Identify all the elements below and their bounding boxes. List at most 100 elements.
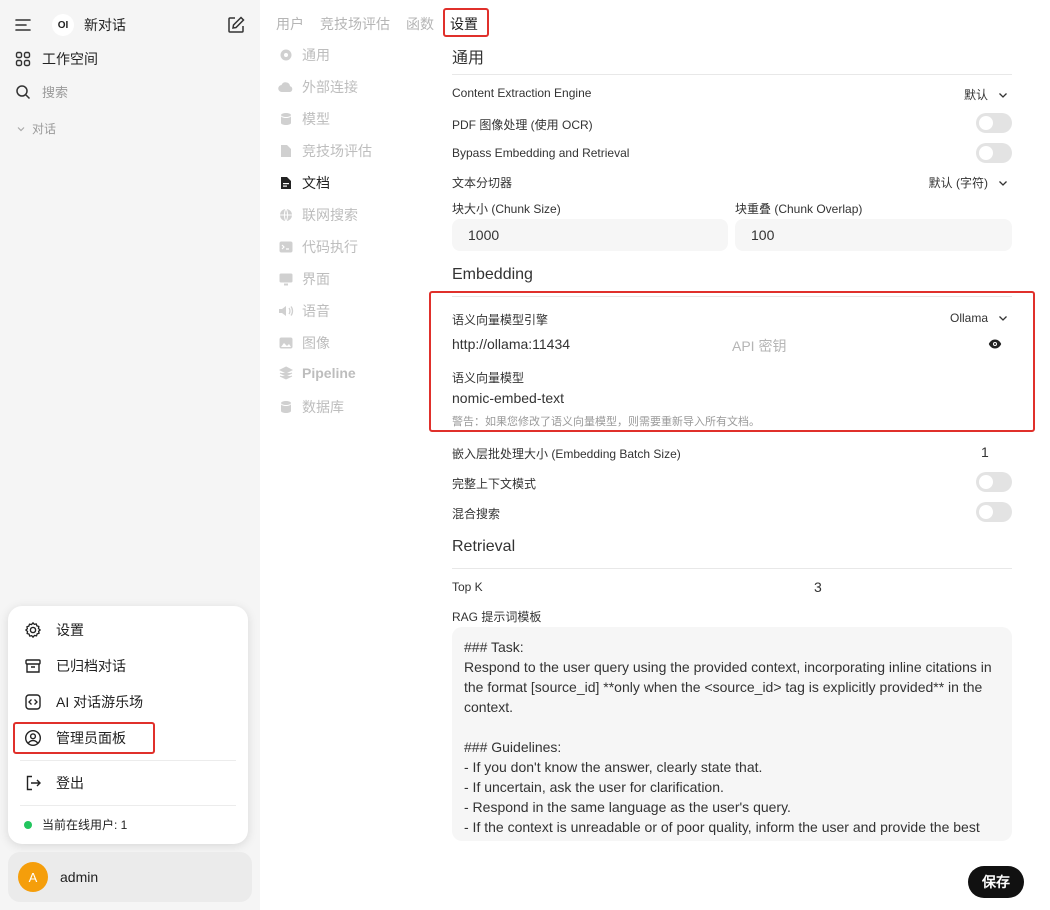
nav-item-audio[interactable]: 语音 xyxy=(278,301,330,321)
chunk-size-label: 块大小 (Chunk Size) xyxy=(452,202,561,216)
menu-icon[interactable] xyxy=(14,16,32,34)
eye-icon[interactable] xyxy=(988,338,1002,350)
splitter-label: 文本分切器 xyxy=(452,176,513,190)
new-chat-icon[interactable] xyxy=(226,15,246,35)
sidebar-header: OI 新对话 xyxy=(14,14,126,36)
monitor-icon xyxy=(278,271,294,287)
user-circle-icon xyxy=(24,729,42,747)
template-line: - If you don't know the answer, clearly … xyxy=(464,759,763,775)
chats-section-toggle[interactable]: 对话 xyxy=(16,120,56,137)
online-users-status: 当前在线用户: 1 xyxy=(24,816,127,833)
nav-item-label: 联网搜索 xyxy=(302,207,358,223)
splitter-select[interactable]: 默认 (字符) xyxy=(929,174,1008,191)
embedding-model-label: 语义向量模型 xyxy=(452,371,525,385)
document-icon xyxy=(278,175,294,191)
template-line: - If uncertain, ask the user for clarifi… xyxy=(464,779,724,795)
nav-item-web-search[interactable]: 联网搜索 xyxy=(278,205,358,225)
ollama-url-input[interactable]: http://ollama:11434 xyxy=(452,336,570,352)
api-key-input[interactable]: API 密钥 xyxy=(732,336,786,356)
pdf-ocr-label: PDF 图像处理 (使用 OCR) xyxy=(452,118,593,132)
online-users-text: 当前在线用户: 1 xyxy=(42,818,128,832)
sidebar-search[interactable]: 搜索 xyxy=(14,82,68,101)
template-line: - If the context is unreadable or of poo… xyxy=(464,819,980,841)
rag-template-textarea[interactable]: ### Task: Respond to the user query usin… xyxy=(452,627,1012,841)
archive-icon xyxy=(24,657,42,675)
nav-item-images[interactable]: 图像 xyxy=(278,333,330,353)
bypass-toggle[interactable] xyxy=(976,143,1012,163)
section-title-retrieval: Retrieval xyxy=(452,538,516,555)
nav-item-code-execution[interactable]: 代码执行 xyxy=(278,237,358,257)
workspace-label: 工作空间 xyxy=(42,51,98,67)
rag-template-label: RAG 提示词模板 xyxy=(452,610,542,624)
menu-item-label: 设置 xyxy=(56,622,84,638)
nav-item-interface[interactable]: 界面 xyxy=(278,269,330,289)
divider xyxy=(452,568,1012,569)
batch-size-label: 嵌入层批处理大小 (Embedding Batch Size) xyxy=(452,447,681,461)
full-context-toggle[interactable] xyxy=(976,472,1012,492)
cloud-icon xyxy=(278,79,294,95)
chevron-down-icon xyxy=(998,178,1008,188)
template-line: ### Task: xyxy=(464,639,524,655)
batch-size-input[interactable]: 1 xyxy=(981,444,989,460)
settings-nav-column: 用户 竞技场评估 函数 通用 外部连接 模型 竞技场评估 文档 联网搜索 代码执… xyxy=(260,0,440,910)
menu-item-label: 已归档对话 xyxy=(56,658,126,674)
nav-item-label: 代码执行 xyxy=(302,239,358,255)
tab-functions[interactable]: 函数 xyxy=(406,14,434,34)
menu-item-archived[interactable]: 已归档对话 xyxy=(24,656,126,676)
template-line: - Respond in the same language as the us… xyxy=(464,799,791,815)
database-icon xyxy=(278,399,294,415)
select-value: Ollama xyxy=(949,311,988,325)
template-line: Respond to the user query using the prov… xyxy=(464,659,996,715)
nav-item-arena[interactable]: 竞技场评估 xyxy=(278,141,372,161)
terminal-icon xyxy=(278,239,294,255)
speaker-icon xyxy=(278,303,294,319)
nav-item-label: 图像 xyxy=(302,335,330,351)
hybrid-search-label: 混合搜索 xyxy=(452,507,501,521)
topk-input[interactable]: 3 xyxy=(814,579,822,595)
user-profile-button[interactable]: A admin xyxy=(8,852,252,902)
globe-icon xyxy=(278,207,294,223)
image-icon xyxy=(278,335,294,351)
nav-item-documents[interactable]: 文档 xyxy=(278,173,330,193)
nav-item-connections[interactable]: 外部连接 xyxy=(278,77,358,97)
menu-item-settings[interactable]: 设置 xyxy=(24,620,84,640)
nav-item-models[interactable]: 模型 xyxy=(278,109,330,129)
select-value: 默认 (字符) xyxy=(928,176,988,190)
documents-settings-panel: 通用 Content Extraction Engine 默认 PDF 图像处理… xyxy=(452,0,1012,910)
pdf-ocr-toggle[interactable] xyxy=(976,113,1012,133)
menu-item-logout[interactable]: 登出 xyxy=(24,773,84,793)
menu-item-playground[interactable]: AI 对话游乐场 xyxy=(24,692,143,712)
bypass-label: Bypass Embedding and Retrieval xyxy=(452,146,630,160)
embedding-engine-select[interactable]: Ollama xyxy=(950,311,1008,325)
nav-item-pipelines[interactable]: Pipeline xyxy=(278,365,356,381)
menu-item-admin-panel[interactable]: 管理员面板 xyxy=(24,728,126,748)
nav-item-label: Pipeline xyxy=(302,365,356,381)
chunk-overlap-input[interactable]: 100 xyxy=(735,219,1012,251)
layers-icon xyxy=(278,365,294,381)
nav-item-label: 界面 xyxy=(302,271,330,287)
template-line xyxy=(464,717,1000,737)
hybrid-search-toggle[interactable] xyxy=(976,502,1012,522)
tab-arena[interactable]: 竞技场评估 xyxy=(320,14,390,34)
section-title-embedding: Embedding xyxy=(452,266,533,283)
sidebar: OI 新对话 工作空间 搜索 对话 设置 已归档对话 AI 对话游乐场 管理员面… xyxy=(0,0,260,910)
nav-item-database[interactable]: 数据库 xyxy=(278,397,344,417)
save-button[interactable]: 保存 xyxy=(968,866,1024,898)
chevron-down-icon xyxy=(16,124,26,134)
tab-users[interactable]: 用户 xyxy=(276,14,304,34)
chats-section-label: 对话 xyxy=(32,122,57,136)
nav-item-general[interactable]: 通用 xyxy=(278,45,330,65)
embedding-model-input[interactable]: nomic-embed-text xyxy=(452,390,564,406)
chevron-down-icon xyxy=(998,313,1008,323)
embedding-warning: 警告：如果您修改了语义向量模型，则需要重新导入所有文档。 xyxy=(452,416,760,428)
gear-icon xyxy=(278,47,294,63)
menu-item-label: 管理员面板 xyxy=(56,730,126,746)
new-chat-label[interactable]: 新对话 xyxy=(84,15,126,35)
chunk-size-input[interactable]: 1000 xyxy=(452,219,728,251)
user-menu-popup: 设置 已归档对话 AI 对话游乐场 管理员面板 登出 当前在线用户: 1 xyxy=(8,606,248,844)
nav-item-label: 通用 xyxy=(302,47,330,63)
menu-item-label: 登出 xyxy=(56,775,84,791)
content-extraction-select[interactable]: 默认 xyxy=(964,86,1008,103)
document-icon xyxy=(278,143,294,159)
sidebar-item-workspace[interactable]: 工作空间 xyxy=(14,49,98,69)
